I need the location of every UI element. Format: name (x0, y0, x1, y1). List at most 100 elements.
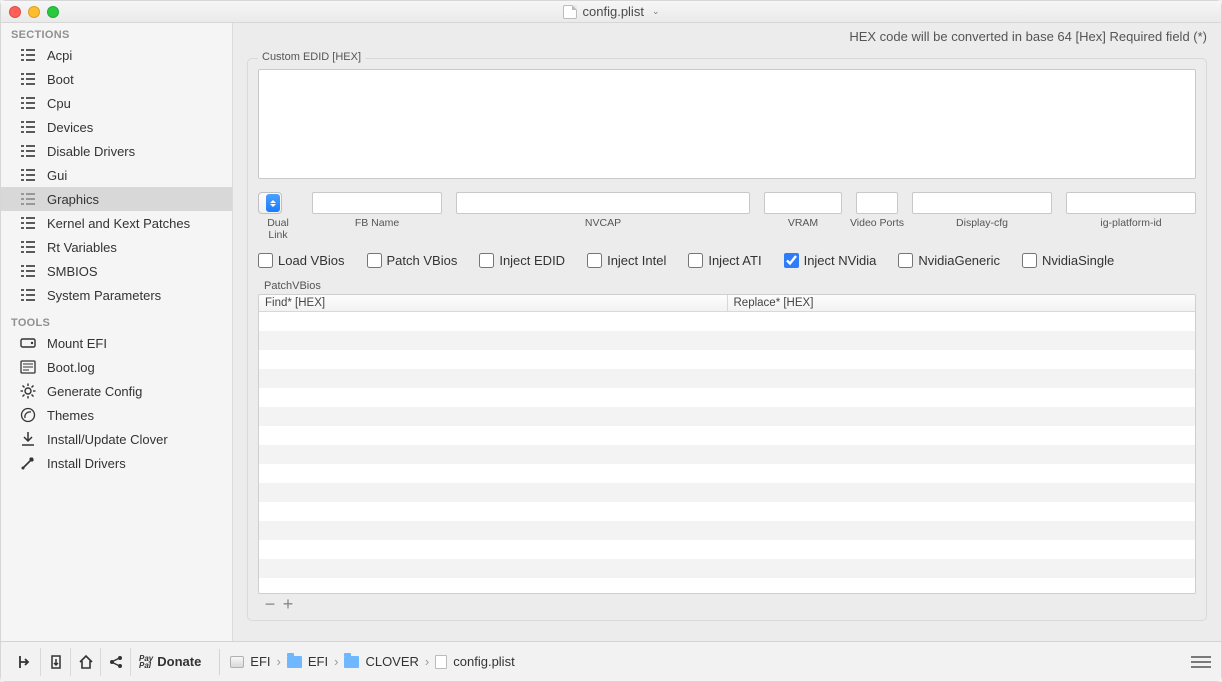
sidebar-item-label: Rt Variables (47, 240, 117, 255)
tool-generate-config[interactable]: Generate Config (1, 379, 232, 403)
display-cfg-field[interactable] (912, 192, 1052, 214)
tool-label: Install Drivers (47, 456, 126, 471)
folder-icon (344, 656, 359, 668)
sidebar-item-system-parameters[interactable]: System Parameters (1, 283, 232, 307)
remove-row-button[interactable]: − (262, 598, 278, 610)
toolbar-left: PayPal Donate (11, 648, 209, 676)
list-icon (19, 143, 37, 159)
patch-table[interactable]: Find* [HEX] Replace* [HEX] (258, 294, 1196, 594)
checks-row: Load VBios Patch VBios Inject EDID Injec… (258, 253, 1196, 268)
tool-themes[interactable]: Themes (1, 403, 232, 427)
file-icon (435, 655, 447, 669)
gear-icon (19, 383, 37, 399)
export-button[interactable] (41, 648, 71, 676)
fb-name-field[interactable] (312, 192, 442, 214)
checkbox-patch-vbios[interactable]: Patch VBios (367, 253, 458, 268)
tool-label: Generate Config (47, 384, 142, 399)
close-button[interactable] (9, 6, 21, 18)
table-header: Find* [HEX] Replace* [HEX] (259, 295, 1195, 312)
vram-field[interactable] (764, 192, 842, 214)
table-controls: − + (258, 594, 1196, 610)
log-icon (19, 359, 37, 375)
tool-label: Mount EFI (47, 336, 107, 351)
checkbox-nvidia-generic[interactable]: NvidiaGeneric (898, 253, 1000, 268)
donate-label: Donate (157, 654, 201, 669)
drive-icon (19, 335, 37, 351)
window-title: config.plist (583, 4, 644, 19)
ig-platform-field[interactable] (1066, 192, 1196, 214)
checkbox-inject-intel[interactable]: Inject Intel (587, 253, 666, 268)
sidebar-item-graphics[interactable]: Graphics (1, 187, 232, 211)
list-icon (19, 287, 37, 303)
sidebar-item-label: Devices (47, 120, 93, 135)
checkbox-nvidia-single[interactable]: NvidiaSingle (1022, 253, 1114, 268)
sidebar-item-boot[interactable]: Boot (1, 67, 232, 91)
fb-name-label: FB Name (312, 217, 442, 229)
main-panel: HEX code will be converted in base 64 [H… (233, 23, 1221, 641)
sidebar-item-rt-variables[interactable]: Rt Variables (1, 235, 232, 259)
dual-link-label: Dual Link (258, 217, 298, 241)
sidebar-item-label: Disable Drivers (47, 144, 135, 159)
sidebar-item-cpu[interactable]: Cpu (1, 91, 232, 115)
import-button[interactable] (11, 648, 41, 676)
sections-header: SECTIONS (1, 23, 232, 43)
sidebar-item-devices[interactable]: Devices (1, 115, 232, 139)
list-icon (19, 167, 37, 183)
zoom-button[interactable] (47, 6, 59, 18)
tool-boot-log[interactable]: Boot.log (1, 355, 232, 379)
list-view-button[interactable] (1191, 654, 1211, 670)
sidebar-item-label: SMBIOS (47, 264, 98, 279)
th-find[interactable]: Find* [HEX] (259, 295, 728, 312)
titlebar: config.plist ⌄ (1, 1, 1221, 23)
sidebar-item-disable-drivers[interactable]: Disable Drivers (1, 139, 232, 163)
sidebar-item-smbios[interactable]: SMBIOS (1, 259, 232, 283)
sidebar-item-gui[interactable]: Gui (1, 163, 232, 187)
th-replace[interactable]: Replace* [HEX] (728, 295, 1196, 312)
checkbox-load-vbios[interactable]: Load VBios (258, 253, 345, 268)
list-icon (19, 71, 37, 87)
patch-vbios-label: PatchVBios (264, 280, 1196, 292)
folder-icon (287, 656, 302, 668)
sidebar-item-label: Cpu (47, 96, 71, 111)
minimize-button[interactable] (28, 6, 40, 18)
tool-install-drivers[interactable]: Install Drivers (1, 451, 232, 475)
crumb-clover[interactable]: CLOVER (365, 654, 418, 669)
custom-edid-label: Custom EDID [HEX] (258, 51, 365, 63)
tool-mount-efi[interactable]: Mount EFI (1, 331, 232, 355)
share-button[interactable] (101, 648, 131, 676)
tool-label: Themes (47, 408, 94, 423)
checkbox-inject-edid[interactable]: Inject EDID (479, 253, 565, 268)
nvcap-field[interactable] (456, 192, 750, 214)
info-line: HEX code will be converted in base 64 [H… (233, 23, 1221, 50)
crumb-efi[interactable]: EFI (308, 654, 328, 669)
table-body[interactable] (259, 312, 1195, 593)
custom-edid-field[interactable] (258, 69, 1196, 179)
tools-header: TOOLS (1, 311, 232, 331)
list-icon (19, 47, 37, 63)
add-row-button[interactable]: + (280, 598, 296, 610)
donate-button[interactable]: PayPal Donate (131, 648, 209, 676)
title-dropdown-icon[interactable]: ⌄ (652, 6, 660, 17)
sidebar-item-label: System Parameters (47, 288, 161, 303)
crumb-disk[interactable]: EFI (250, 654, 270, 669)
breadcrumbs: EFI › EFI › CLOVER › config.plist (230, 654, 514, 669)
themes-icon (19, 407, 37, 423)
tool-install-update-clover[interactable]: Install/Update Clover (1, 427, 232, 451)
document-icon (563, 5, 577, 19)
list-icon (19, 215, 37, 231)
video-ports-field[interactable] (856, 192, 898, 214)
dual-link-select[interactable] (258, 192, 282, 214)
download-icon (19, 431, 37, 447)
home-button[interactable] (71, 648, 101, 676)
sidebar-item-label: Gui (47, 168, 67, 183)
list-icon (19, 239, 37, 255)
crumb-file[interactable]: config.plist (453, 654, 514, 669)
sidebar-item-kernel-kext[interactable]: Kernel and Kext Patches (1, 211, 232, 235)
tool-label: Install/Update Clover (47, 432, 168, 447)
video-ports-label: Video Ports (846, 217, 908, 229)
fields-row: Dual Link FB Name NVCAP VRAM (258, 192, 1196, 241)
nvcap-label: NVCAP (456, 217, 750, 229)
checkbox-inject-nvidia[interactable]: Inject NVidia (784, 253, 877, 268)
sidebar-item-acpi[interactable]: Acpi (1, 43, 232, 67)
checkbox-inject-ati[interactable]: Inject ATI (688, 253, 761, 268)
